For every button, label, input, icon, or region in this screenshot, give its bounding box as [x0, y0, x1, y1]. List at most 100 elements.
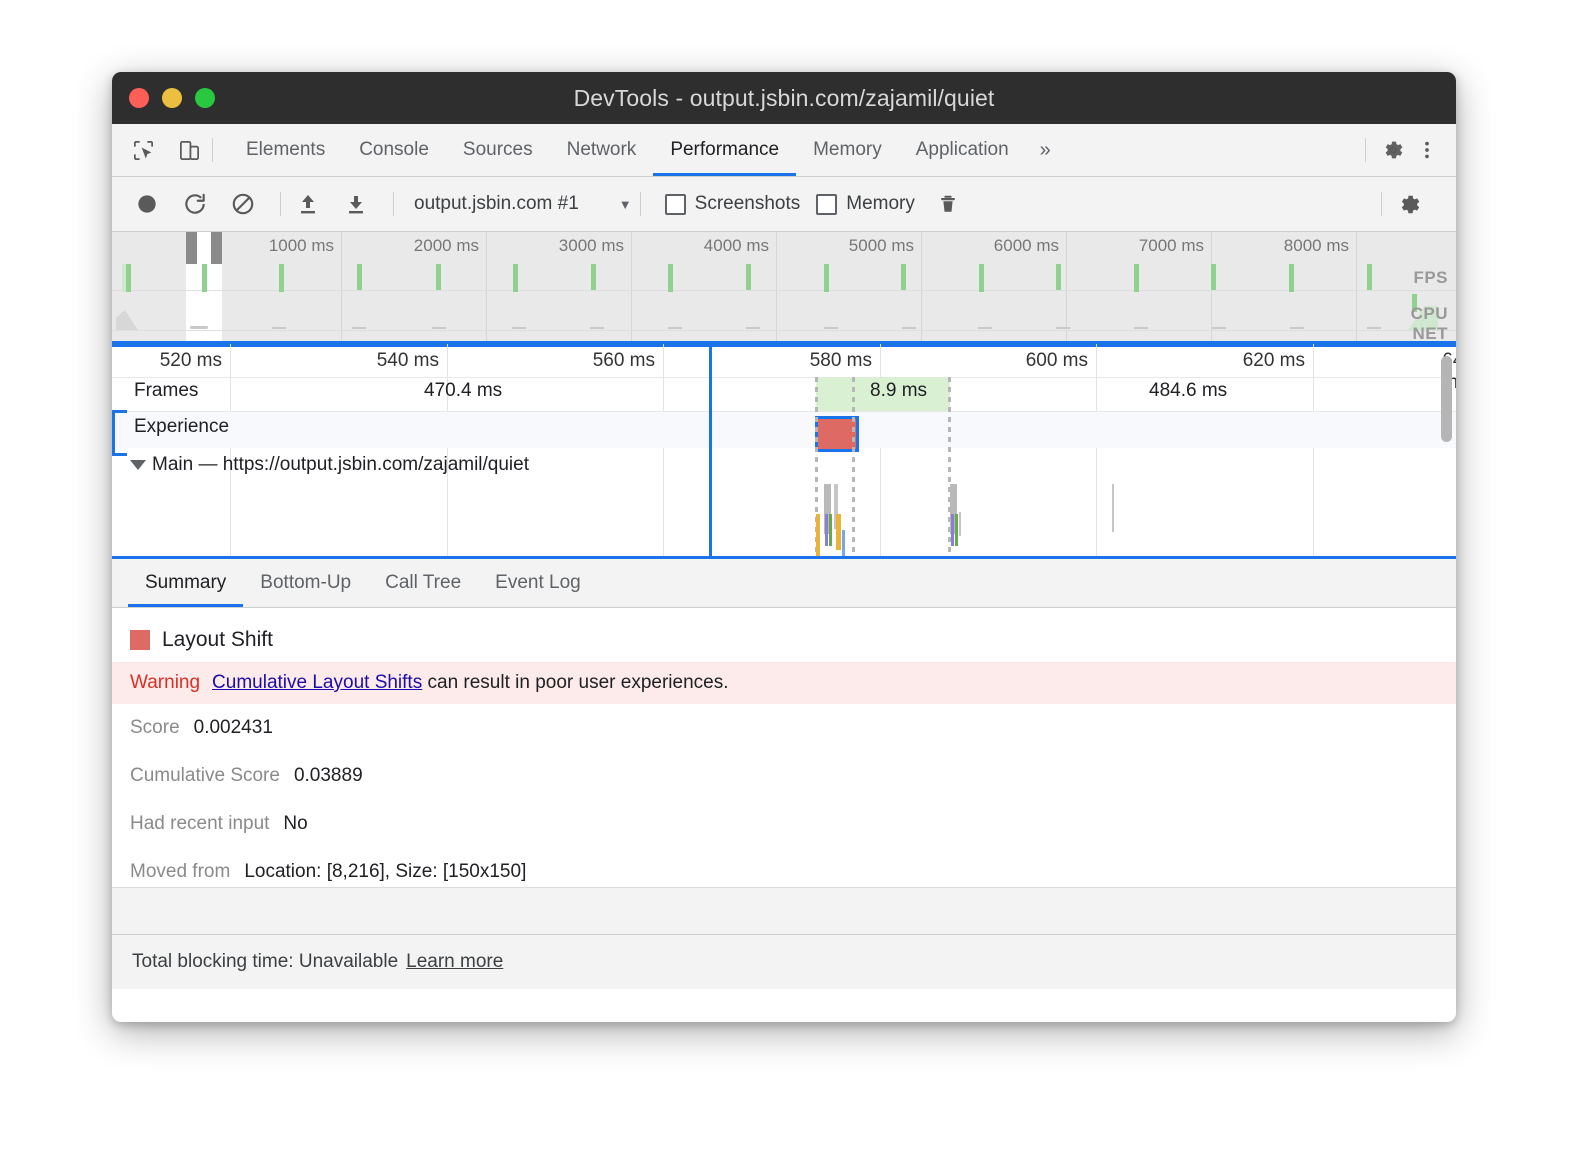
tab-summary[interactable]: Summary: [128, 559, 243, 607]
summary-row-cumulative-score: Cumulative Score 0.03889: [112, 752, 1456, 800]
frame-duration[interactable]: 470.4 ms: [424, 380, 502, 402]
overview-tick: 3000 ms: [559, 236, 631, 256]
chevron-down-icon: ▼: [619, 197, 632, 212]
main-activity-bar[interactable]: [836, 514, 841, 550]
net-trace: [824, 327, 838, 329]
tab-call-tree[interactable]: Call Tree: [368, 559, 478, 607]
overview-tick: 2000 ms: [414, 236, 486, 256]
fps-bar: [202, 264, 207, 292]
fps-bar: [901, 264, 906, 290]
net-trace: [1367, 327, 1381, 329]
capture-settings-gear-icon[interactable]: [1390, 185, 1428, 223]
window-titlebar: DevTools - output.jsbin.com/zajamil/quie…: [112, 72, 1456, 124]
tab-elements[interactable]: Elements: [229, 124, 342, 176]
memory-checkbox-label: Memory: [846, 193, 915, 215]
main-activity-bar[interactable]: [816, 514, 820, 556]
clear-icon[interactable]: [224, 185, 262, 223]
net-trace: [352, 327, 366, 329]
summary-event-header: Layout Shift: [112, 622, 1456, 662]
more-tabs-icon[interactable]: »: [1026, 124, 1065, 176]
capture-divider-2: [393, 192, 394, 216]
main-activity-bar[interactable]: [842, 530, 845, 556]
net-trace: [746, 327, 760, 329]
summary-bottom-spacer: [112, 887, 1456, 934]
overview-window-right-handle[interactable]: [211, 232, 222, 264]
tab-sources[interactable]: Sources: [446, 124, 550, 176]
tabstrip-right-divider: [1365, 138, 1366, 162]
track-label-experience[interactable]: Experience: [134, 416, 229, 438]
overview-tick: 1000 ms: [269, 236, 341, 256]
chevron-down-icon[interactable]: [130, 460, 146, 470]
frame-duration[interactable]: 8.9 ms: [870, 380, 927, 402]
tab-application[interactable]: Application: [899, 124, 1026, 176]
profile-selector[interactable]: output.jsbin.com #1 ▼: [414, 193, 632, 215]
record-icon[interactable]: [128, 185, 166, 223]
main-activity-bar[interactable]: [955, 514, 958, 546]
tab-console[interactable]: Console: [342, 124, 446, 176]
warning-text: can result in poor user experiences.: [428, 672, 729, 693]
summary-value: 0.002431: [194, 717, 273, 739]
tab-memory[interactable]: Memory: [796, 124, 899, 176]
fps-bar: [824, 264, 829, 292]
devtools-tool-icons: [112, 124, 204, 176]
main-activity-bar[interactable]: [1112, 484, 1114, 532]
screen-background: DevTools - output.jsbin.com/zajamil/quie…: [0, 0, 1570, 1172]
minimize-window-button[interactable]: [162, 88, 182, 108]
performance-capture-toolbar: output.jsbin.com #1 ▼ Screenshots Memory: [112, 177, 1456, 232]
summary-row-had-recent-input: Had recent input No: [112, 800, 1456, 848]
main-activity-bar[interactable]: [829, 514, 832, 546]
inspect-element-icon[interactable]: [128, 135, 158, 165]
delete-icon[interactable]: [929, 185, 967, 223]
load-profile-icon[interactable]: [289, 185, 327, 223]
summary-event-title: Layout Shift: [162, 628, 273, 652]
close-window-button[interactable]: [129, 88, 149, 108]
tab-performance[interactable]: Performance: [653, 124, 796, 176]
total-blocking-time-text: Total blocking time: Unavailable: [132, 951, 398, 973]
summary-key: Cumulative Score: [130, 765, 280, 787]
main-activity-bar[interactable]: [951, 514, 954, 546]
track-label-frames[interactable]: Frames: [134, 380, 198, 402]
screenshots-checkbox-box[interactable]: [665, 194, 686, 215]
tab-bottom-up[interactable]: Bottom-Up: [243, 559, 368, 607]
timeline-overview[interactable]: 1000 ms 2000 ms 3000 ms 4000 ms 5000 ms …: [112, 232, 1456, 344]
track-label-main[interactable]: Main — https://output.jsbin.com/zajamil/…: [152, 454, 529, 476]
experience-track-bracket: [112, 410, 127, 456]
capture-divider-1: [280, 192, 281, 216]
tab-network[interactable]: Network: [550, 124, 654, 176]
main-activity-bar[interactable]: [825, 514, 828, 546]
save-profile-icon[interactable]: [337, 185, 375, 223]
settings-gear-icon[interactable]: [1378, 135, 1408, 165]
fps-bar: [1367, 264, 1372, 290]
screenshots-checkbox-label: Screenshots: [695, 193, 801, 215]
flame-tick: 540 ms: [377, 350, 447, 372]
memory-checkbox[interactable]: Memory: [816, 193, 915, 215]
devtools-window: DevTools - output.jsbin.com/zajamil/quie…: [112, 72, 1456, 1022]
overview-window-left-handle[interactable]: [186, 232, 197, 264]
net-trace: [272, 327, 286, 329]
flame-chart-scrollbar-thumb[interactable]: [1441, 356, 1452, 442]
net-trace: [1134, 327, 1148, 329]
screenshots-checkbox[interactable]: Screenshots: [665, 193, 801, 215]
details-drawer: Summary Bottom-Up Call Tree Event Log La…: [112, 559, 1456, 989]
net-trace: [1290, 327, 1304, 329]
memory-checkbox-box[interactable]: [816, 194, 837, 215]
frame-duration[interactable]: 484.6 ms: [1149, 380, 1227, 402]
window-title: DevTools - output.jsbin.com/zajamil/quie…: [112, 85, 1456, 112]
tab-event-log[interactable]: Event Log: [478, 559, 598, 607]
summary-warning-banner: Warning Cumulative Layout Shifts can res…: [112, 662, 1456, 704]
overview-tick: 7000 ms: [1139, 236, 1211, 256]
main-activity-bar[interactable]: [959, 512, 961, 536]
device-toolbar-icon[interactable]: [174, 135, 204, 165]
maximize-window-button[interactable]: [195, 88, 215, 108]
reload-and-record-icon[interactable]: [176, 185, 214, 223]
cumulative-layout-shifts-link[interactable]: Cumulative Layout Shifts: [212, 672, 422, 693]
learn-more-link[interactable]: Learn more: [406, 951, 503, 973]
timing-marker: [852, 377, 855, 556]
net-trace: [978, 327, 992, 329]
more-options-icon[interactable]: [1412, 135, 1442, 165]
flame-chart[interactable]: 520 ms 540 ms 560 ms 580 ms 600 ms 620 m…: [112, 344, 1456, 559]
track-row-experience[interactable]: [112, 412, 1456, 448]
net-trace: [432, 327, 446, 329]
fps-bar: [668, 264, 673, 292]
selection-left-boundary[interactable]: [709, 344, 712, 559]
